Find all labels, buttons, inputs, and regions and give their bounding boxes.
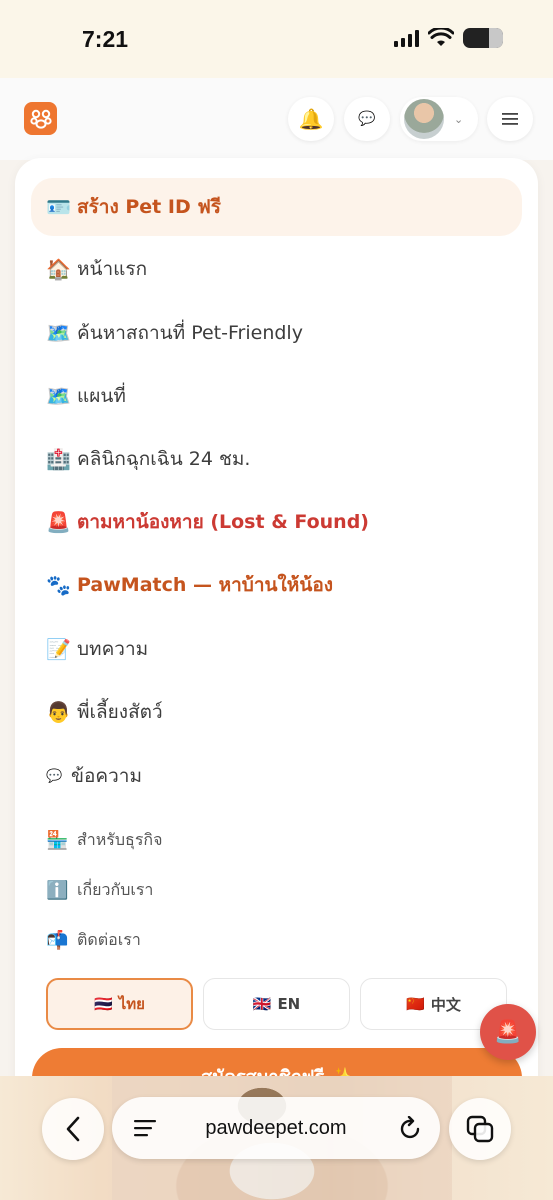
menu-item-label: คลินิกฉุกเฉิน 24 ชม. [77,448,251,470]
menu-item-messages[interactable]: 💬 ข้อความ [31,747,522,805]
menu-item-create-pet-id[interactable]: 🪪 สร้าง Pet ID ฟรี [31,178,522,236]
chevron-left-icon [66,1116,80,1142]
paw-logo-icon[interactable] [24,102,57,135]
menu-item-label: เกี่ยวกับเรา [77,879,154,899]
language-button-english[interactable]: 🇬🇧 EN [203,978,350,1030]
notification-button[interactable]: 🔔 [288,97,334,141]
menu-item-label: ติดต่อเรา [77,929,141,949]
tabs-button[interactable] [449,1098,511,1160]
mailbox-icon: 📬 [46,929,69,951]
hospital-icon: 🏥 [46,447,71,471]
status-time: 7:21 [82,26,129,52]
id-card-icon: 🪪 [46,195,71,219]
menu-item-home[interactable]: 🏠 หน้าแรก [31,240,522,298]
menu-item-label: ตามหาน้องหาย (Lost & Found) [77,511,369,533]
tabs-icon [466,1115,494,1143]
siren-icon: 🚨 [494,1019,522,1045]
browser-toolbar: pawdeepet.com [0,1076,553,1200]
menu-item-label: สร้าง Pet ID ฟรี [77,196,221,218]
menu-item-lost-found[interactable]: 🚨 ตามหาน้องหาย (Lost & Found) [31,493,522,551]
address-bar[interactable]: pawdeepet.com [112,1097,440,1159]
menu-item-label: แผนที่ [77,385,126,407]
menu-item-contact[interactable]: 📬 ติดต่อเรา [31,918,522,962]
nav-menu-panel: 🪪 สร้าง Pet ID ฟรี 🏠 หน้าแรก 🗺️ ค้นหาสถา… [15,158,538,1158]
status-bar: 7:21 [0,0,553,78]
house-icon: 🏠 [46,257,71,281]
menu-item-business[interactable]: 🏪 สำหรับธุรกิจ [31,818,522,862]
map-icon: 🗺️ [46,384,71,408]
chat-icon: 💬 [358,111,376,127]
menu-item-pawmatch[interactable]: 🐾 PawMatch — หาบ้านให้น้อง [31,556,522,614]
person-icon: 👨 [46,700,71,724]
status-icons [394,28,503,48]
menu-item-label: ค้นหาสถานที่ Pet-Friendly [77,322,303,344]
language-button-thai[interactable]: 🇹🇭 ไทย [46,978,193,1030]
reload-icon[interactable] [400,1116,422,1140]
china-flag-icon: 🇨🇳 [406,995,425,1013]
menu-item-label: สำหรับธุรกิจ [77,829,163,849]
language-label: 中文 [430,995,461,1014]
paw-prints-icon: 🐾 [46,573,71,597]
store-icon: 🏪 [46,829,69,851]
menu-item-search-places[interactable]: 🗺️ ค้นหาสถานที่ Pet-Friendly [31,304,522,362]
siren-icon: 🚨 [46,510,71,534]
menu-item-label: ข้อความ [71,765,142,787]
sos-button[interactable]: 🚨 [480,1004,536,1060]
menu-item-label: หน้าแรก [77,258,148,280]
language-label: ไทย [118,995,145,1013]
url-text: pawdeepet.com [205,1116,347,1139]
back-button[interactable] [42,1098,104,1160]
hamburger-menu-button[interactable] [487,97,533,141]
profile-menu-button[interactable]: ⌄ [400,97,478,141]
messages-button[interactable]: 💬 [344,97,390,141]
wifi-icon [428,28,454,46]
menu-item-label: บทความ [77,638,149,660]
app-header: 🔔 💬 ⌄ [0,78,553,160]
map-icon: 🗺️ [46,321,71,345]
hamburger-icon [502,113,518,125]
menu-item-label: พี่เลี้ยงสัตว์ [77,701,163,723]
bell-icon: 🔔 [298,107,324,131]
cellular-signal-icon [394,29,419,47]
menu-item-pet-sitter[interactable]: 👨 พี่เลี้ยงสัตว์ [31,683,522,741]
menu-item-label: PawMatch — หาบ้านให้น้อง [77,574,334,596]
info-icon: ℹ️ [46,879,69,901]
uk-flag-icon: 🇬🇧 [252,995,272,1013]
memo-icon: 📝 [46,637,71,661]
battery-icon [463,28,503,48]
thai-flag-icon: 🇹🇭 [94,995,113,1013]
language-label: EN [277,995,301,1013]
chat-bubble-icon: 💬 [46,768,63,784]
avatar [404,99,444,139]
menu-item-map[interactable]: 🗺️ แผนที่ [31,367,522,425]
menu-item-about[interactable]: ℹ️ เกี่ยวกับเรา [31,868,522,912]
chevron-down-icon: ⌄ [454,112,464,126]
menu-item-articles[interactable]: 📝 บทความ [31,620,522,678]
menu-item-emergency-clinic[interactable]: 🏥 คลินิกฉุกเฉิน 24 ชม. [31,430,522,488]
